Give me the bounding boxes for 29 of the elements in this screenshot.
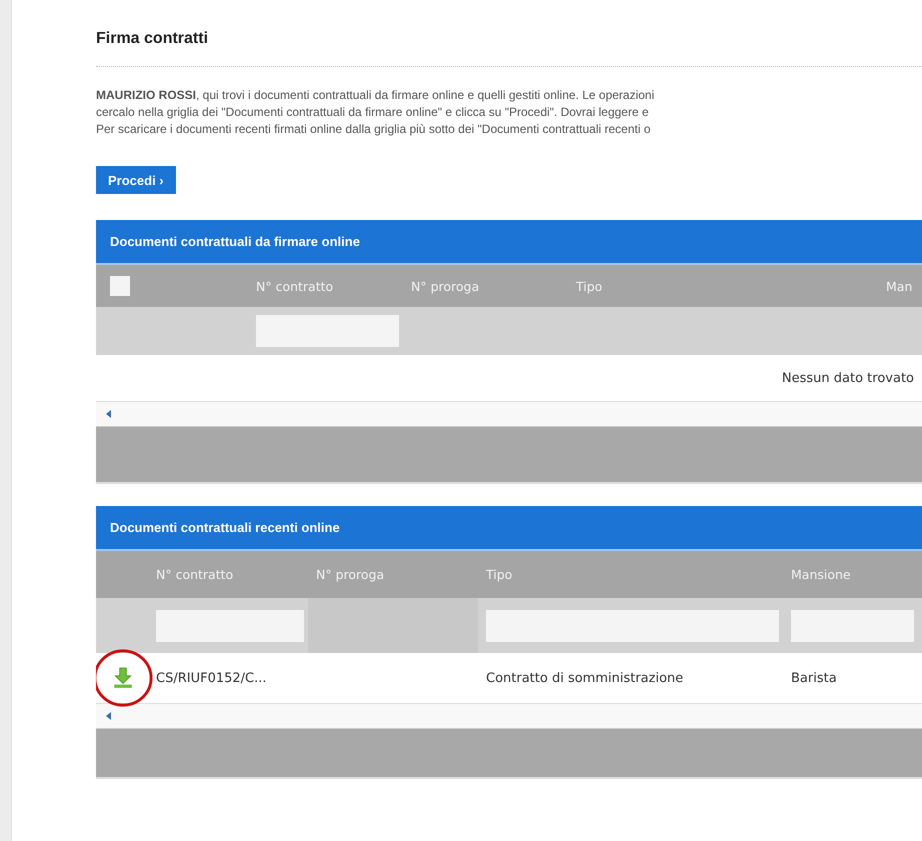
- select-all-checkbox[interactable]: [110, 276, 130, 296]
- column-header[interactable]: N° proroga: [316, 567, 384, 582]
- scroll-left-icon[interactable]: [106, 712, 111, 720]
- table-cell: Barista: [791, 670, 837, 686]
- column-header[interactable]: N° proroga: [411, 278, 480, 294]
- grid-title: Documenti contrattuali recenti online: [110, 520, 340, 535]
- horizontal-scrollbar[interactable]: [96, 703, 922, 728]
- grid-title: Documenti contrattuali da firmare online: [110, 234, 360, 249]
- column-header[interactable]: Mansione: [791, 567, 851, 582]
- download-icon[interactable]: [112, 667, 134, 689]
- page-title: Firma contratti: [96, 30, 210, 49]
- procedi-button[interactable]: Procedi ›: [96, 166, 176, 194]
- filter-field[interactable]: [486, 610, 779, 642]
- intro-text: Per scaricare i documenti recenti firmati online dalla griglia più sotto dei "Documenti contrattuali recenti o: [96, 121, 652, 138]
- column-header[interactable]: N° contratto: [156, 567, 234, 582]
- column-header[interactable]: N° contratto: [256, 278, 334, 294]
- filter-field[interactable]: [156, 610, 304, 642]
- table-cell: Contratto di somministrazione: [486, 670, 684, 686]
- filter-field[interactable]: [256, 315, 399, 347]
- column-header[interactable]: Man: [886, 278, 912, 294]
- intro-text: MAURIZIO ROSSI, qui trovi i documenti contrattuali da firmare online e quelli gestiti online. Le operazioni: [96, 87, 656, 104]
- empty-message: Nessun dato trovato: [782, 370, 914, 386]
- column-header[interactable]: Tipo: [486, 567, 512, 582]
- filter-field[interactable]: [791, 610, 914, 642]
- scroll-left-icon[interactable]: [106, 410, 111, 418]
- column-header[interactable]: Tipo: [576, 278, 602, 294]
- table-cell: CS/RIUF0152/C...: [156, 670, 267, 686]
- intro-text: cercalo nella griglia dei "Documenti contrattuali da firmare online" e clicca su "Procedi". Dovrai leggere e: [96, 104, 650, 121]
- horizontal-scrollbar[interactable]: [96, 401, 922, 426]
